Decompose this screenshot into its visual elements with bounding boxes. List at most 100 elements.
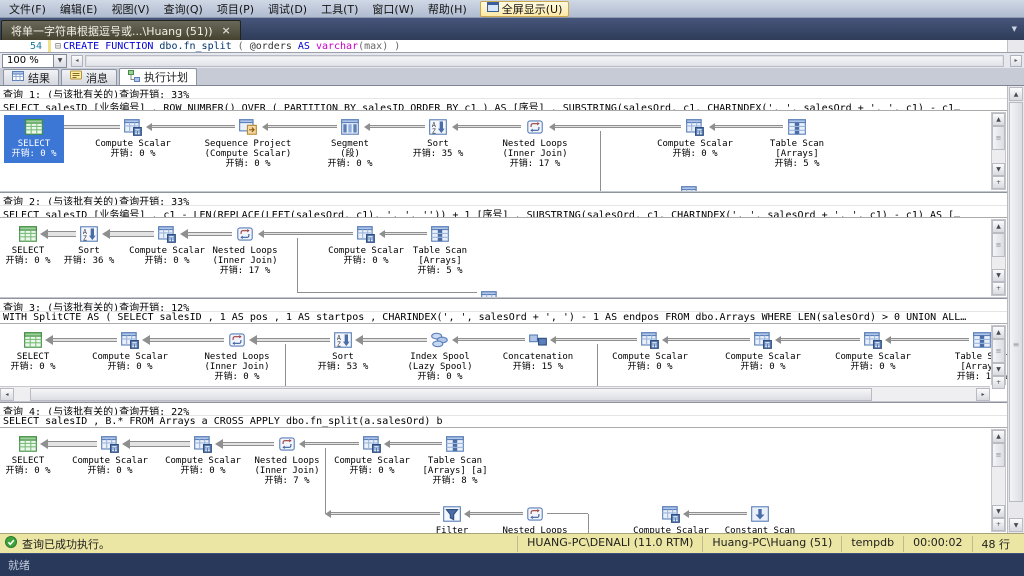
code-token: AS [298, 41, 316, 52]
scrollbar-thumb[interactable]: ≡ [992, 339, 1005, 363]
plan-pane-vscrollbar[interactable]: ▲ ≡ ▼ [1007, 86, 1024, 533]
plan-pane-scrollbar-thumb[interactable]: ≡ [1009, 102, 1023, 502]
close-tab-icon[interactable]: × [222, 26, 231, 36]
menu-item-3[interactable]: 视图(V) [104, 2, 156, 17]
tab-node[interactable]: 结果 [3, 69, 59, 85]
scroll-up-icon[interactable]: ▲ [992, 113, 1005, 126]
plan-node-compute-scalar[interactable]: Compute Scalar开销: 0 % [818, 330, 928, 372]
editor-hscrollbar[interactable] [85, 55, 1004, 67]
plan-node-nested-loops[interactable]: Nested Loops [480, 504, 590, 533]
plan-node-label: Nested Loops [182, 352, 292, 362]
editor-hscrollbar-thumb[interactable] [87, 57, 1002, 65]
menu-item-6[interactable]: 调试(D) [261, 2, 314, 17]
zoom-plus-button[interactable]: + [992, 518, 1005, 531]
plan-node-label: 开销: 0 % [78, 149, 188, 159]
fullscreen-label: 全屏显示(U) [502, 1, 563, 17]
plan-node-compute-scalar[interactable]: Compute Scalar开销: 0 % [708, 330, 818, 372]
plan-panel-vscrollbar[interactable]: ▲≡▼+ [991, 325, 1006, 385]
plan-panel-hscrollbar[interactable]: ◂▸ [0, 386, 990, 401]
plan-panel-vscrollbar[interactable]: ▲≡ ▼+ [991, 112, 1006, 190]
scroll-down-icon[interactable]: ▼ [992, 269, 1005, 282]
query-4-section: 查询 4: (与该批有关的)查询开销: 22%SELECT salesID , … [0, 403, 1007, 533]
menu-item-1[interactable]: 文件(F) [2, 2, 53, 17]
plan-node-sort[interactable]: AZSort开销: 53 % [288, 330, 398, 372]
code-collapse-icon[interactable]: ⊟ [55, 41, 61, 52]
plan-node-label: Table Scan [742, 139, 852, 149]
tab-node[interactable]: 执行计划 [119, 68, 197, 85]
plan-node-label: Index Spool [385, 352, 495, 362]
plan-node-compute-scalar[interactable]: Compute Scalar开销: 0 % [640, 117, 750, 159]
scroll-up-icon[interactable]: ▲ [1009, 87, 1023, 101]
plan-node-nested-loops[interactable]: Nested Loops(Inner Join)开销: 17 % [190, 224, 300, 276]
fullscreen-icon [487, 1, 499, 16]
plan-node-label: (Inner Join) [190, 256, 300, 266]
plan-node-sequence-project[interactable]: Sequence Project(Compute Scalar)开销: 0 % [193, 117, 303, 169]
editor-vscrollbar[interactable] [1007, 40, 1024, 52]
scrollbar-thumb[interactable] [30, 388, 872, 401]
sort-icon: AZ [383, 117, 493, 137]
scroll-down-icon[interactable]: ▼ [992, 363, 1005, 376]
scrollbar-thumb[interactable]: ≡ [992, 126, 1005, 150]
plan-node-index-spool[interactable]: Index Spool(Lazy Spool)开销: 0 % [385, 330, 495, 382]
document-tab[interactable]: 将单一字符串根据逗号或...\Huang (51)) × [1, 20, 241, 40]
plan-node-label: Sort [383, 139, 493, 149]
plan-node-concatenation[interactable]: Concatenation开销: 15 % [483, 330, 593, 372]
scroll-up-icon[interactable]: ▲ [992, 326, 1005, 339]
plan-node-constant-scan[interactable]: Constant Scan [705, 504, 815, 533]
plan-node-compute-scalar[interactable]: Compute Scalar开销: 0 % [78, 117, 188, 159]
zoom-dropdown-icon[interactable]: ▼ [54, 54, 67, 68]
plan-node-label: Constant Scan [705, 526, 815, 533]
scroll-up-icon[interactable]: ▲ [992, 220, 1005, 233]
scroll-down-icon[interactable]: ▼ [1009, 518, 1023, 532]
menu-item-5[interactable]: 项目(P) [210, 2, 261, 17]
scroll-up-icon[interactable]: ▲ [992, 430, 1005, 443]
menu-item-9[interactable]: 帮助(H) [421, 2, 474, 17]
zoom-plus-button[interactable]: + [992, 176, 1005, 189]
plan-node-nested-loops[interactable]: Nested Loops(Inner Join)开销: 0 % [182, 330, 292, 382]
plan-node-label: 开销: 0 % [182, 372, 292, 382]
plan-node-label: 开销: 0 % [193, 159, 303, 169]
plan-node-label: 开销: 0 % [75, 362, 185, 372]
plan-node-table-scan[interactable]: Table Scan[Arrays] [a]开销: 8 % [400, 434, 510, 486]
tab-node[interactable]: 消息 [61, 69, 117, 85]
plan-node-label: Table Scan [400, 456, 510, 466]
tab-list-dropdown-icon[interactable]: ▼ [1012, 25, 1017, 33]
plan-panel-vscrollbar[interactable]: ▲≡ ▼+ [991, 219, 1006, 296]
plan-node-label: 开销: 17 % [480, 159, 590, 169]
hscroll-right-icon[interactable]: ▸ [1010, 55, 1022, 67]
tab-label: 消息 [86, 70, 108, 86]
query-sql-text: SELECT salesID , B.* FROM Arrays a CROSS… [0, 416, 1007, 428]
scrollbar-thumb[interactable]: ≡ [992, 233, 1005, 257]
scrollbar-thumb[interactable]: ≡ [992, 443, 1005, 467]
query-1-section: 查询 1: (与该批有关的)查询开销: 33%SELECT salesID [业… [0, 86, 1007, 191]
menu-item-8[interactable]: 窗口(W) [365, 2, 420, 17]
hscroll-left-icon[interactable]: ◂ [71, 55, 83, 67]
plan-node-nested-loops[interactable]: Nested Loops(Inner Join)开销: 17 % [480, 117, 590, 169]
zoom-plus-button[interactable]: + [992, 282, 1005, 295]
plan-panel-vscrollbar[interactable]: ▲≡ ▼+ [991, 429, 1006, 532]
menu-item-4[interactable]: 查询(Q) [157, 2, 210, 17]
plan-node-label: 开销: 15 % [483, 362, 593, 372]
plan-node-compute-scalar[interactable]: Compute Scalar开销: 0 % [75, 330, 185, 372]
menu-item-7[interactable]: 工具(T) [314, 2, 365, 17]
plan-node-sort[interactable]: AZSort开销: 35 % [383, 117, 493, 159]
plan-node-label: Compute Scalar [75, 352, 185, 362]
zoom-combo[interactable]: 100 % ▼ [2, 54, 67, 68]
plan-arrowhead [325, 510, 331, 518]
plan-node-label: Compute Scalar [595, 352, 705, 362]
scroll-down-icon[interactable]: ▼ [992, 163, 1005, 176]
plan-node-table-scan[interactable]: Table Scan[Arrays]开销: 5 % [742, 117, 852, 169]
menu-item-2[interactable]: 编辑(E) [53, 2, 105, 17]
menu-bar: 文件(F)编辑(E)视图(V)查询(Q)项目(P)调试(D)工具(T)窗口(W)… [0, 0, 1024, 18]
scroll-left-icon[interactable]: ◂ [0, 388, 14, 401]
plan-node-label: (Lazy Spool) [385, 362, 495, 372]
scroll-down-icon[interactable]: ▼ [992, 505, 1005, 518]
scroll-right-icon[interactable]: ▸ [976, 388, 990, 401]
plan-node-table-scan[interactable]: Table Scan[Arrays]开销: 5 % [385, 224, 495, 276]
zoom-plus-button[interactable]: + [992, 376, 1005, 389]
plan-node-compute-scalar[interactable]: Compute Scalar开销: 0 % [595, 330, 705, 372]
editor-code-line[interactable]: 54 ⊟ CREATE FUNCTION dbo.fn_split ( @ord… [0, 40, 1024, 52]
fullscreen-button[interactable]: 全屏显示(U) [480, 1, 570, 17]
app-status-bar: 就绪 [0, 553, 1024, 576]
plan-node-select[interactable]: SELECT开销: 0 % [0, 117, 89, 159]
